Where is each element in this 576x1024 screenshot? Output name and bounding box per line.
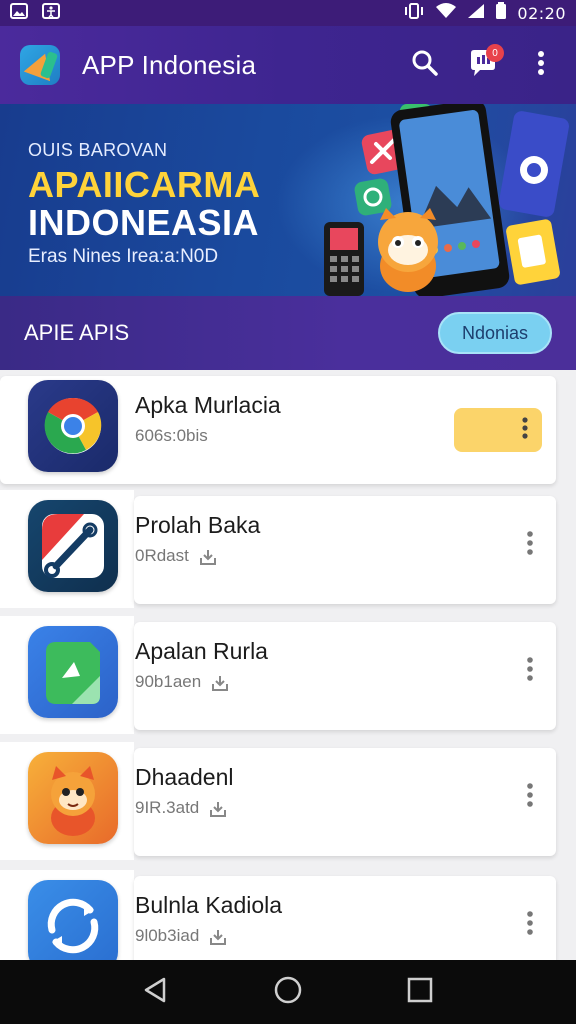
list-item[interactable]: Apka Murlacia 606s:0bis	[0, 370, 576, 488]
app-name: Apalan Rurla	[135, 638, 268, 664]
image-icon	[10, 2, 28, 24]
app-meta-text: 9l0b3iad	[135, 926, 200, 945]
app-overflow-button[interactable]	[520, 782, 540, 812]
back-icon	[142, 976, 170, 1009]
app-meta: 9l0b3iad	[135, 926, 227, 946]
notification-badge: 0	[486, 44, 504, 62]
app-overflow-button[interactable]	[520, 530, 540, 560]
mascot-illustration	[378, 208, 438, 292]
vibrate-icon	[403, 2, 425, 24]
banner-title-line2: INDONEASIA	[28, 202, 260, 243]
browser-icon	[28, 380, 118, 472]
download-icon	[209, 928, 227, 945]
app-bar: APP Indonesia 0	[0, 26, 576, 104]
more-vert-icon	[527, 910, 533, 940]
app-logo[interactable]	[20, 45, 60, 85]
nav-back-button[interactable]	[136, 972, 176, 1012]
nav-home-button[interactable]	[268, 972, 308, 1012]
app-action-button[interactable]	[454, 408, 542, 452]
mascot-icon	[28, 752, 118, 844]
app-meta: 9IR.3atd	[135, 798, 227, 818]
banner-eyebrow: OUIS BAROVAN	[28, 140, 168, 160]
app-overflow-button[interactable]	[520, 656, 540, 686]
region-filter-chip[interactable]: Ndonias	[437, 312, 552, 354]
brush-icon	[28, 500, 118, 592]
chart-card-illustration	[506, 219, 560, 285]
tablet-illustration	[499, 111, 569, 217]
search-button[interactable]	[410, 50, 440, 80]
accessibility-icon	[42, 2, 60, 24]
signal-icon	[467, 3, 485, 24]
battery-icon	[495, 1, 507, 25]
feature-phone-illustration	[324, 222, 364, 296]
list-item[interactable]: Apalan Rurla 90b1aen	[0, 616, 576, 734]
app-meta-text: 606s:0bis	[135, 426, 208, 445]
section-header: APIE APIS Ndonias	[0, 296, 576, 370]
clock: 02:20	[517, 3, 566, 23]
maps-icon	[28, 626, 118, 718]
banner-subtitle: Eras Nines Irea:a:N0D	[28, 246, 219, 267]
messages-button[interactable]: 0	[468, 44, 504, 80]
system-nav-bar	[0, 960, 576, 1024]
list-item[interactable]: Prolah Baka 0Rdast	[0, 490, 576, 608]
wifi-icon	[435, 2, 457, 24]
overflow-menu-button[interactable]	[526, 50, 556, 80]
app-meta: 606s:0bis	[135, 426, 208, 446]
app-name: Apka Murlacia	[135, 392, 281, 418]
more-vert-icon	[527, 782, 533, 812]
app-overflow-button[interactable]	[520, 910, 540, 940]
app-list: Apka Murlacia 606s:0bis Prolah Baka 0Rda…	[0, 370, 576, 988]
recents-icon	[407, 977, 433, 1008]
download-icon	[209, 800, 227, 817]
nav-recents-button[interactable]	[400, 972, 440, 1012]
status-bar: 02:20	[0, 0, 576, 26]
promo-banner[interactable]: OUIS BAROVAN APAIICARMA INDONEASIA Eras …	[0, 104, 576, 296]
search-icon	[411, 49, 439, 82]
sync-icon	[28, 880, 118, 972]
banner-title-line1: APAIICARMA	[28, 164, 261, 205]
app-name: Prolah Baka	[135, 512, 261, 538]
app-title: APP Indonesia	[82, 49, 257, 80]
app-name: Bulnla Kadiola	[135, 892, 283, 918]
app-meta-text: 90b1aen	[135, 672, 202, 691]
app-name: Dhaadenl	[135, 764, 234, 790]
download-icon	[211, 674, 229, 691]
app-screen: 02:20 APP Indonesia 0 OUIS BAROVAN APAII…	[0, 0, 576, 1024]
more-vert-icon	[522, 416, 528, 444]
more-vert-icon	[527, 656, 533, 686]
app-meta: 0Rdast	[135, 546, 216, 566]
list-item[interactable]: Dhaadenl 9IR.3atd	[0, 742, 576, 860]
app-meta: 90b1aen	[135, 672, 229, 692]
home-icon	[273, 975, 303, 1010]
section-title: APIE APIS	[24, 320, 130, 345]
banner-illustration	[324, 104, 569, 296]
app-meta-text: 0Rdast	[135, 546, 189, 565]
download-icon	[199, 548, 216, 565]
more-vert-icon	[537, 50, 545, 81]
app-meta-text: 9IR.3atd	[135, 798, 200, 817]
more-vert-icon	[527, 530, 533, 560]
